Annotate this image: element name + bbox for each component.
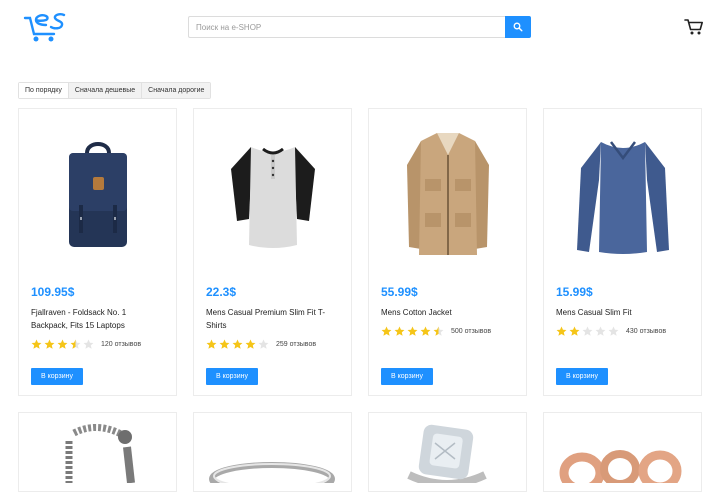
sort-options: По порядку Сначала дешевые Сначала дорог… bbox=[18, 82, 212, 99]
sort-expensive-first-option[interactable]: Сначала дорогие bbox=[141, 83, 211, 98]
add-to-cart-button[interactable]: В корзину bbox=[556, 368, 608, 385]
product-price: 22.3$ bbox=[206, 285, 237, 299]
rating-stars bbox=[206, 339, 271, 350]
bracelet-image bbox=[65, 424, 135, 484]
star-full-icon bbox=[31, 339, 42, 349]
backpack-image bbox=[68, 142, 127, 247]
sort-default-option[interactable]: По порядку bbox=[19, 83, 68, 98]
product-card[interactable]: 22.3$ Mens Casual Premium Slim Fit T-Shi… bbox=[193, 108, 352, 396]
star-empty-icon bbox=[83, 339, 94, 349]
product-title[interactable]: Mens Cotton Jacket bbox=[381, 306, 515, 319]
add-to-cart-button[interactable]: В корзину bbox=[381, 368, 433, 385]
product-title[interactable]: Mens Casual Slim Fit bbox=[556, 306, 690, 319]
review-count: 500 отзывов bbox=[451, 328, 492, 335]
search-bar bbox=[188, 16, 531, 38]
product-rating: 430 отзывов bbox=[556, 326, 666, 337]
star-full-icon bbox=[245, 339, 256, 349]
product-card[interactable] bbox=[193, 412, 352, 492]
product-price: 55.99$ bbox=[381, 285, 418, 299]
search-icon bbox=[513, 22, 523, 32]
product-card[interactable]: 55.99$ Mens Cotton Jacket 500 отзывов В … bbox=[368, 108, 527, 396]
review-count: 259 отзывов bbox=[276, 341, 317, 348]
product-card[interactable]: 109.95$ Fjallraven - Foldsack No. 1 Back… bbox=[18, 108, 177, 396]
long-sleeve-shirt-image bbox=[576, 141, 669, 254]
cart-icon[interactable] bbox=[684, 18, 704, 36]
star-empty-icon bbox=[582, 326, 593, 336]
star-full-icon bbox=[206, 339, 217, 349]
star-half-icon bbox=[70, 339, 81, 349]
star-full-icon bbox=[381, 326, 392, 336]
product-title[interactable]: Mens Casual Premium Slim Fit T-Shirts bbox=[206, 306, 340, 332]
product-card[interactable] bbox=[543, 412, 702, 492]
star-full-icon bbox=[569, 326, 580, 336]
search-button[interactable] bbox=[505, 16, 531, 38]
search-input[interactable] bbox=[188, 16, 505, 38]
cotton-jacket-image bbox=[406, 133, 489, 255]
rating-stars bbox=[381, 326, 446, 337]
star-half-icon bbox=[433, 326, 444, 336]
product-price: 15.99$ bbox=[556, 285, 593, 299]
product-rating: 500 отзывов bbox=[381, 326, 491, 337]
product-image[interactable] bbox=[369, 109, 526, 281]
star-full-icon bbox=[394, 326, 405, 336]
add-to-cart-button[interactable]: В корзину bbox=[31, 368, 83, 385]
star-empty-icon bbox=[595, 326, 606, 336]
product-rating: 259 отзывов bbox=[206, 339, 316, 350]
star-full-icon bbox=[44, 339, 55, 349]
star-empty-icon bbox=[608, 326, 619, 336]
silver-ring-image bbox=[209, 462, 335, 491]
star-full-icon bbox=[420, 326, 431, 336]
star-full-icon bbox=[556, 326, 567, 336]
product-image[interactable] bbox=[194, 109, 351, 281]
henley-shirt-image bbox=[230, 147, 315, 248]
product-image[interactable] bbox=[544, 109, 701, 281]
product-card[interactable] bbox=[18, 412, 177, 492]
sort-cheap-first-option[interactable]: Сначала дешевые bbox=[67, 83, 142, 98]
logo-icon[interactable] bbox=[22, 12, 68, 44]
rating-stars bbox=[556, 326, 621, 337]
header bbox=[0, 0, 720, 60]
review-count: 120 отзывов bbox=[101, 341, 142, 348]
star-full-icon bbox=[407, 326, 418, 336]
product-title[interactable]: Fjallraven - Foldsack No. 1 Backpack, Fi… bbox=[31, 306, 165, 332]
product-price: 109.95$ bbox=[31, 285, 75, 299]
star-full-icon bbox=[219, 339, 230, 349]
star-empty-icon bbox=[258, 339, 269, 349]
add-to-cart-button[interactable]: В корзину bbox=[206, 368, 258, 385]
product-rating: 120 отзывов bbox=[31, 339, 141, 350]
star-full-icon bbox=[232, 339, 243, 349]
rose-gold-rings-image bbox=[559, 450, 682, 491]
diamond-ring-image bbox=[407, 424, 487, 488]
product-card[interactable]: 15.99$ Mens Casual Slim Fit 430 отзывов … bbox=[543, 108, 702, 396]
star-full-icon bbox=[57, 339, 68, 349]
rating-stars bbox=[31, 339, 96, 350]
review-count: 430 отзывов bbox=[626, 328, 667, 335]
product-card[interactable] bbox=[368, 412, 527, 492]
product-image[interactable] bbox=[19, 109, 176, 281]
